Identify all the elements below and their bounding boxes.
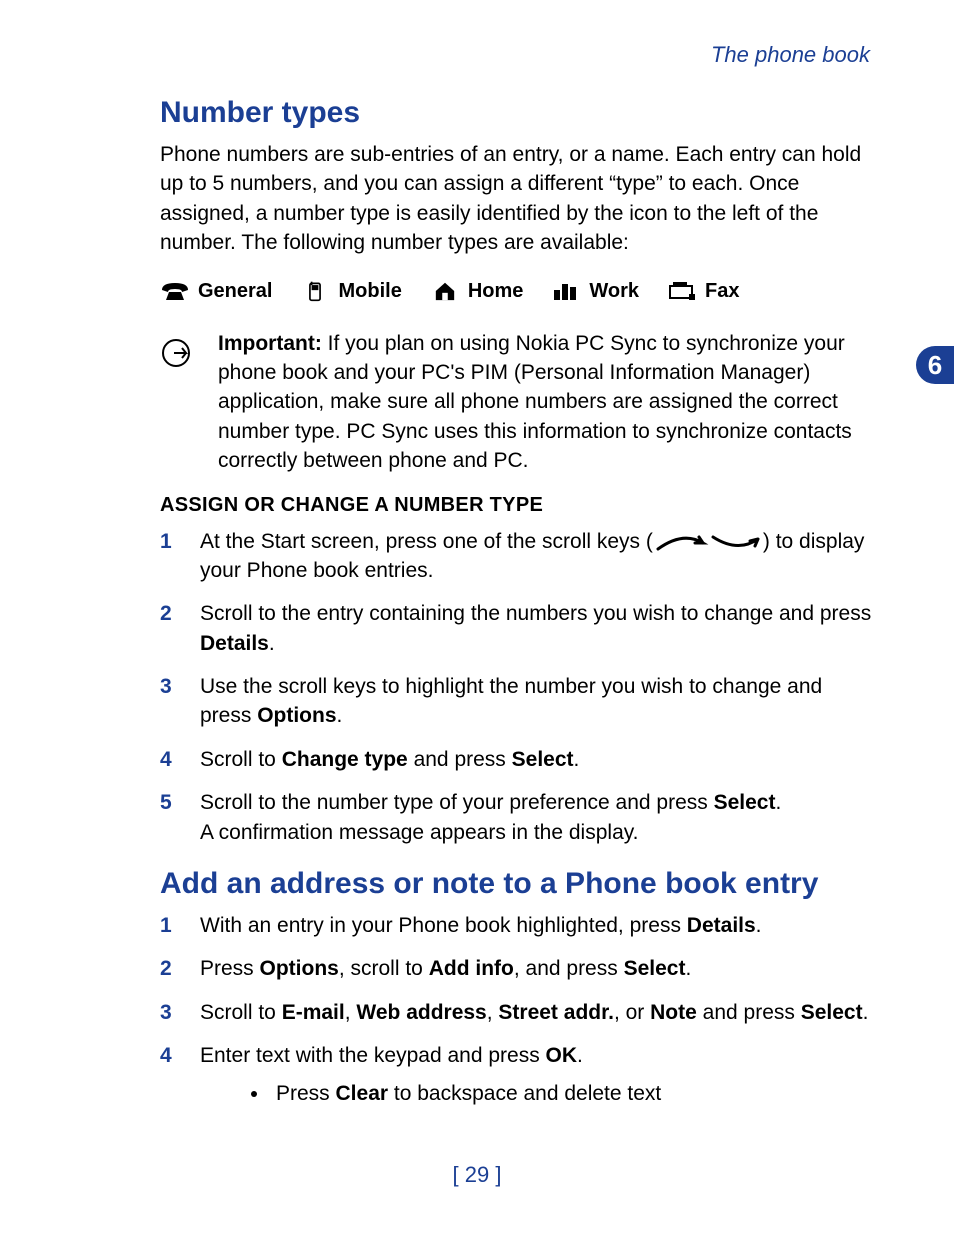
number-type-icon-row: General Mobile Home Work <box>160 280 874 303</box>
step-text: . <box>685 957 691 980</box>
step-text: . <box>863 1001 869 1024</box>
page-content: The phone book Number types Phone number… <box>0 0 954 1108</box>
step-text: Scroll to <box>200 1001 282 1024</box>
fax-icon <box>667 280 697 302</box>
type-label: General <box>198 280 272 303</box>
step-3: Scroll to E-mail, Web address, Street ad… <box>160 998 874 1027</box>
work-icon <box>551 280 581 302</box>
bold: Change type <box>282 748 408 771</box>
sub-bullet-list: Press Clear to backspace and delete text <box>270 1079 874 1108</box>
type-mobile: Mobile <box>300 280 401 303</box>
bold: Details <box>200 632 269 655</box>
step-3: Use the scroll keys to highlight the num… <box>160 672 874 731</box>
type-work: Work <box>551 280 639 303</box>
bold: Options <box>257 704 336 727</box>
type-home: Home <box>430 280 524 303</box>
step-text: Scroll to <box>200 748 282 771</box>
heading-number-types: Number types <box>160 96 874 130</box>
step-text: and press <box>408 748 512 771</box>
bold: Street addr. <box>498 1001 614 1024</box>
bold: Options <box>260 957 339 980</box>
steps-assign: At the Start screen, press one of the sc… <box>160 527 874 848</box>
step-2: Press Options, scroll to Add info, and p… <box>160 954 874 983</box>
heading-add-address: Add an address or note to a Phone book e… <box>160 867 874 901</box>
step-text: Scroll to the number type of your prefer… <box>200 791 714 814</box>
type-label: Home <box>468 280 524 303</box>
scroll-keys-icon <box>653 533 763 551</box>
step-text: , and press <box>514 957 624 980</box>
step-text: , or <box>614 1001 650 1024</box>
step-1: With an entry in your Phone book highlig… <box>160 911 874 940</box>
bold: E-mail <box>282 1001 345 1024</box>
running-head: The phone book <box>160 42 874 68</box>
type-label: Work <box>589 280 639 303</box>
bullet-text: Press <box>276 1082 336 1105</box>
step-5: Scroll to the number type of your prefer… <box>160 788 874 847</box>
step-text: and press <box>697 1001 801 1024</box>
step-text: . <box>269 632 275 655</box>
step-text: Press <box>200 957 260 980</box>
type-general: General <box>160 280 272 303</box>
steps-add-address: With an entry in your Phone book highlig… <box>160 911 874 1108</box>
page-number: [ 29 ] <box>0 1162 954 1188</box>
home-icon <box>430 280 460 302</box>
info-arrow-icon <box>160 329 198 476</box>
bold: OK <box>546 1044 578 1067</box>
bold: Clear <box>336 1082 389 1105</box>
type-fax: Fax <box>667 280 739 303</box>
step-text: Enter text with the keypad and press <box>200 1044 546 1067</box>
step-text: A confirmation message appears in the di… <box>200 821 639 844</box>
step-text: , scroll to <box>339 957 429 980</box>
step-text: . <box>337 704 343 727</box>
bold: Select <box>714 791 776 814</box>
step-text: Scroll to the entry containing the numbe… <box>200 602 871 625</box>
sub-bullet-item: Press Clear to backspace and delete text <box>270 1079 874 1108</box>
step-text: . <box>574 748 580 771</box>
bold: Select <box>512 748 574 771</box>
bold: Note <box>650 1001 697 1024</box>
bold: Web address <box>356 1001 486 1024</box>
step-text: . <box>756 914 762 937</box>
intro-paragraph: Phone numbers are sub-entries of an entr… <box>160 140 874 258</box>
step-text: At the Start screen, press one of the sc… <box>200 530 653 553</box>
step-1: At the Start screen, press one of the sc… <box>160 527 874 586</box>
subheading-assign: ASSIGN OR CHANGE A NUMBER TYPE <box>160 494 874 517</box>
bold: Select <box>624 957 686 980</box>
important-label: Important: <box>218 332 322 355</box>
phone-icon <box>160 280 190 302</box>
bullet-text: to backspace and delete text <box>388 1082 661 1105</box>
step-text: , <box>487 1001 499 1024</box>
type-label: Fax <box>705 280 739 303</box>
step-2: Scroll to the entry containing the numbe… <box>160 599 874 658</box>
step-text: . <box>577 1044 583 1067</box>
bold: Select <box>801 1001 863 1024</box>
step-text: , <box>345 1001 357 1024</box>
mobile-icon <box>300 280 330 302</box>
step-4: Scroll to Change type and press Select. <box>160 745 874 774</box>
bold: Add info <box>429 957 514 980</box>
step-text: . <box>775 791 781 814</box>
important-note: Important: If you plan on using Nokia PC… <box>160 329 874 476</box>
type-label: Mobile <box>338 280 401 303</box>
step-text: With an entry in your Phone book highlig… <box>200 914 687 937</box>
important-text: Important: If you plan on using Nokia PC… <box>218 329 874 476</box>
bold: Details <box>687 914 756 937</box>
step-4: Enter text with the keypad and press OK.… <box>160 1041 874 1108</box>
